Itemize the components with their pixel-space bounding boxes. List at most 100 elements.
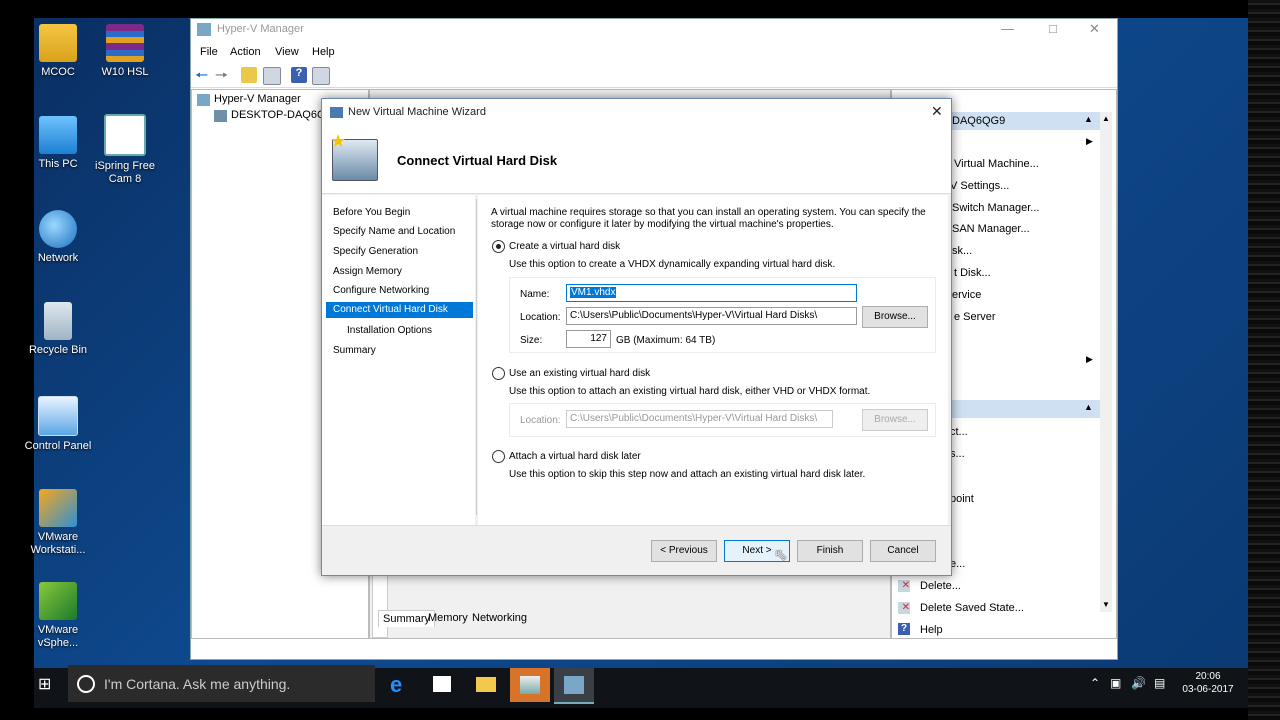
previous-button[interactable]: < Previous xyxy=(651,540,717,562)
taskbar-edge[interactable]: e xyxy=(380,668,420,702)
windows-start-icon[interactable]: ⊞ xyxy=(38,674,51,694)
vhd-location-input[interactable]: C:\Users\Public\Documents\Hyper-V\Virtua… xyxy=(566,307,857,325)
radio-create-vhd[interactable] xyxy=(492,240,505,253)
vsphere-icon xyxy=(39,582,77,620)
action-remove-server[interactable]: e Server xyxy=(954,311,996,323)
hyperv-icon xyxy=(564,676,584,694)
actions-scrollbar[interactable]: ▲ ▼ xyxy=(1100,112,1112,612)
submenu-arrow-icon[interactable]: ▶ xyxy=(1086,354,1093,365)
radio-attach-later[interactable] xyxy=(492,450,505,463)
archive-icon xyxy=(106,24,144,62)
submenu-arrow-icon[interactable]: ▶ xyxy=(1086,136,1093,147)
finish-button[interactable]: Finish xyxy=(797,540,863,562)
vhd-name-input[interactable]: VM1.vhdx xyxy=(566,284,857,302)
close-icon[interactable]: ✕ xyxy=(931,103,943,120)
size-label: Size: xyxy=(520,335,543,346)
volume-icon[interactable]: 🔊 xyxy=(1131,676,1146,690)
step-specify-generation[interactable]: Specify Generation xyxy=(333,246,418,257)
cortana-search-box[interactable]: I'm Cortana. Ask me anything. xyxy=(68,665,375,702)
step-configure-networking[interactable]: Configure Networking xyxy=(333,285,429,296)
action-inspect-disk[interactable]: t Disk... xyxy=(954,267,991,279)
browse-button[interactable]: Browse... xyxy=(862,306,928,328)
camera-icon xyxy=(104,114,146,156)
network-icon[interactable]: ▣ xyxy=(1110,676,1121,690)
tab-memory[interactable]: Memory xyxy=(424,610,472,626)
radio-create-vhd-label[interactable]: Create a virtual hard disk xyxy=(509,241,620,252)
radio-existing-vhd[interactable] xyxy=(492,367,505,380)
tree-root[interactable]: Hyper-V Manager xyxy=(214,93,301,105)
action-edit-disk[interactable]: sk... xyxy=(952,245,972,257)
menu-help[interactable]: Help xyxy=(312,46,335,58)
taskbar-hyperv-manager[interactable] xyxy=(554,668,594,704)
delete-saved-state-icon: ✕ xyxy=(898,602,910,614)
radio-existing-vhd-label[interactable]: Use an existing virtual hard disk xyxy=(509,368,650,379)
action-san-manager[interactable]: SAN Manager... xyxy=(952,223,1030,235)
cancel-button[interactable]: Cancel xyxy=(870,540,936,562)
minimize-icon[interactable]: — xyxy=(1001,21,1014,36)
step-summary[interactable]: Summary xyxy=(333,345,376,356)
desktop-icon-network[interactable]: Network xyxy=(23,210,93,265)
show-hidden-icons-icon[interactable]: ⌃ xyxy=(1090,676,1100,690)
desktop-icon-this-pc[interactable]: This PC xyxy=(23,116,93,171)
desktop-icon-recycle-bin[interactable]: Recycle Bin xyxy=(23,302,93,357)
radio-attach-later-label[interactable]: Attach a virtual hard disk later xyxy=(509,451,641,462)
action-delete-saved-state[interactable]: Delete Saved State... xyxy=(920,602,1024,614)
action-checkpoint[interactable]: point xyxy=(950,493,974,505)
folder-icon xyxy=(476,677,496,692)
help-icon[interactable]: ? xyxy=(291,67,307,83)
tab-networking[interactable]: Networking xyxy=(468,610,531,626)
delete-icon: ✕ xyxy=(898,580,910,592)
action-connect[interactable]: ct... xyxy=(950,426,968,438)
step-specify-name[interactable]: Specify Name and Location xyxy=(333,226,455,237)
step-assign-memory[interactable]: Assign Memory xyxy=(333,266,402,277)
close-icon[interactable]: ✕ xyxy=(1089,21,1100,37)
scroll-down-icon[interactable]: ▼ xyxy=(1102,600,1110,609)
computer-icon xyxy=(39,116,77,154)
action-settings[interactable]: V Settings... xyxy=(950,180,1009,192)
show-hide-action-pane-icon[interactable] xyxy=(312,67,330,85)
up-folder-icon[interactable] xyxy=(241,67,257,83)
vhd-size-input[interactable]: 127 xyxy=(566,330,611,348)
desktop-icon-ispring[interactable]: iSpring Free Cam 8 xyxy=(90,114,160,186)
menu-file[interactable]: File xyxy=(200,46,218,58)
toolbar: 🠔 🠖 ? xyxy=(191,63,1117,88)
action-switch-manager[interactable]: Switch Manager... xyxy=(952,202,1039,214)
desktop-icon-w10hsl[interactable]: W10 HSL xyxy=(90,24,160,79)
collapse-icon[interactable]: ▲ xyxy=(1084,402,1093,412)
action-new-vm[interactable]: Virtual Machine... xyxy=(954,158,1039,170)
desktop-icon-label: iSpring Free Cam 8 xyxy=(95,160,155,185)
action-rename[interactable]: e... xyxy=(950,558,965,570)
existing-browse-button[interactable]: Browse... xyxy=(862,409,928,431)
menu-view[interactable]: View xyxy=(275,46,299,58)
action-stop-service[interactable]: ervice xyxy=(952,289,981,301)
collapse-icon[interactable]: ▲ xyxy=(1084,114,1093,124)
maximize-icon[interactable]: □ xyxy=(1049,21,1057,36)
attach-later-description: Use this option to skip this step now an… xyxy=(509,469,866,480)
action-help[interactable]: Help xyxy=(920,624,943,636)
menu-action[interactable]: Action xyxy=(230,46,261,58)
scroll-up-icon[interactable]: ▲ xyxy=(1102,114,1110,123)
action-delete[interactable]: Delete... xyxy=(920,580,961,592)
action-settings-vm[interactable]: s... xyxy=(950,448,965,460)
app-icon xyxy=(520,676,540,694)
desktop-icon-control-panel[interactable]: Control Panel xyxy=(23,396,93,453)
taskbar-app-active[interactable] xyxy=(510,668,550,702)
desktop-icon-label: Network xyxy=(37,252,79,264)
control-panel-icon xyxy=(38,396,78,436)
desktop-icon-label: MCOC xyxy=(41,66,75,78)
notification-icon[interactable]: ▤ xyxy=(1154,676,1165,690)
existing-location-input[interactable]: C:\Users\Public\Documents\Hyper-V\Virtua… xyxy=(566,410,833,428)
forward-arrow-icon[interactable]: 🠖 xyxy=(215,65,231,84)
show-hide-tree-icon[interactable] xyxy=(263,67,281,85)
step-installation-options[interactable]: Installation Options xyxy=(347,325,432,336)
desktop-icon-vmware-workstation[interactable]: VMware Workstati... xyxy=(23,489,93,557)
back-arrow-icon[interactable]: 🠔 xyxy=(195,65,211,84)
taskbar-file-explorer[interactable] xyxy=(466,668,506,702)
desktop-icon-vmware-vsphere[interactable]: VMware vSphe... xyxy=(23,582,93,650)
step-before-you-begin[interactable]: Before You Begin xyxy=(333,207,410,218)
clock[interactable]: 20:06 03-06-2017 xyxy=(1178,670,1238,696)
taskbar-store[interactable] xyxy=(422,668,462,702)
wizard-content: A virtual machine requires storage so th… xyxy=(478,195,948,525)
desktop-icon-mcoc[interactable]: MCOC xyxy=(23,24,93,79)
step-connect-vhd[interactable]: Connect Virtual Hard Disk xyxy=(326,302,473,318)
